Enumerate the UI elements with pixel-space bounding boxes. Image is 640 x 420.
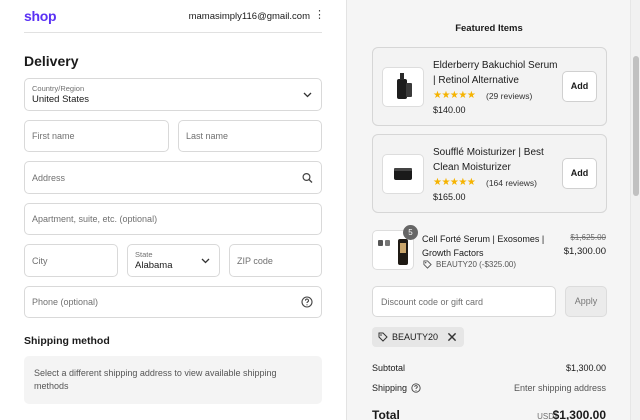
tag-icon [423, 260, 432, 269]
featured-item-card: Elderberry Bakuchiol Serum | Retinol Alt… [372, 47, 607, 126]
quantity-badge: 5 [403, 225, 418, 240]
chevron-down-icon [201, 258, 210, 263]
checkout-form-panel: shop mamasimply116@gmail.com ⋮ Delivery … [0, 0, 346, 420]
product-image [382, 67, 424, 107]
featured-item-price: $165.00 [433, 192, 466, 202]
featured-item-card: Soufflé Moisturizer | Best Clean Moistur… [372, 134, 607, 213]
close-icon[interactable] [446, 331, 458, 343]
city-placeholder: City [32, 255, 48, 266]
featured-item-title[interactable]: Elderberry Bakuchiol Serum | Retinol Alt… [433, 58, 558, 88]
country-select[interactable]: Country/Region United States [24, 78, 322, 111]
first-name-placeholder: First name [32, 131, 75, 141]
cart-item-discount-text: BEAUTY20 (-$325.00) [436, 260, 517, 269]
discount-code-input[interactable]: Discount code or gift card [372, 286, 556, 317]
apartment-input[interactable]: Apartment, suite, etc. (optional) [24, 203, 322, 235]
product-image [382, 154, 424, 194]
delivery-heading: Delivery [24, 53, 79, 69]
shipping-value: Enter shipping address [513, 383, 606, 393]
total-label: Total [372, 408, 400, 420]
country-label: Country/Region [32, 84, 85, 93]
cart-item-discount: BEAUTY20 (-$325.00) [423, 260, 516, 269]
kebab-menu-icon[interactable]: ⋮ [314, 9, 325, 23]
help-circle-icon[interactable] [411, 383, 421, 393]
apartment-placeholder: Apartment, suite, etc. (optional) [32, 214, 158, 224]
add-to-cart-button[interactable]: Add [562, 158, 597, 189]
scrollbar-thumb[interactable] [633, 56, 639, 196]
shipping-method-heading: Shipping method [24, 335, 110, 347]
star-rating-icon: ★★★★★ [433, 90, 476, 101]
add-to-cart-button[interactable]: Add [562, 71, 597, 102]
featured-item-price: $140.00 [433, 105, 466, 115]
applied-discount-code: BEAUTY20 [392, 332, 439, 342]
subtotal-value: $1,300.00 [565, 363, 606, 373]
page-scrollbar[interactable] [630, 0, 640, 420]
address-placeholder: Address [32, 172, 66, 183]
apply-discount-button[interactable]: Apply [565, 286, 607, 317]
applied-discount-chip: BEAUTY20 [372, 327, 465, 347]
last-name-placeholder: Last name [186, 131, 229, 141]
header: shop mamasimply116@gmail.com ⋮ [24, 0, 325, 33]
order-summary-panel: Featured Items Elderberry Bakuchiol Seru… [346, 0, 630, 420]
shipping-label: Shipping [372, 383, 421, 393]
zip-placeholder: ZIP code [237, 255, 273, 266]
phone-placeholder: Phone (optional) [32, 297, 99, 307]
shipping-method-note: Select a different shipping address to v… [24, 356, 322, 404]
state-value: Alabama [135, 260, 173, 271]
account-email: mamasimply116@gmail.com [188, 11, 310, 22]
cart-item-original-price: $1,625.00 [570, 233, 606, 242]
featured-items-heading: Featured Items [455, 23, 523, 34]
cart-item-price: $1,300.00 [563, 246, 606, 257]
state-label: State [135, 250, 153, 259]
review-count[interactable]: (29 reviews) [486, 91, 532, 101]
help-circle-icon[interactable] [301, 296, 313, 308]
address-input[interactable]: Address [24, 161, 322, 194]
tag-icon [378, 332, 388, 342]
shipping-label-text: Shipping [372, 383, 408, 393]
state-select[interactable]: State Alabama [127, 244, 220, 277]
discount-code-placeholder: Discount code or gift card [381, 297, 484, 307]
city-input[interactable]: City [24, 244, 118, 277]
phone-input[interactable]: Phone (optional) [24, 286, 322, 318]
search-icon [302, 172, 313, 183]
last-name-input[interactable]: Last name [178, 120, 322, 152]
subtotal-label: Subtotal [372, 363, 406, 373]
shop-logo[interactable]: shop [24, 8, 57, 24]
featured-item-title[interactable]: Soufflé Moisturizer | Best Clean Moistur… [433, 145, 558, 175]
cart-item-title: Cell Forté Serum | Exosomes | Growth Fac… [422, 234, 545, 258]
chevron-down-icon [303, 92, 312, 97]
total-value: $1,300.00 [552, 408, 606, 420]
total-currency: USD [537, 412, 554, 420]
first-name-input[interactable]: First name [24, 120, 169, 152]
zip-input[interactable]: ZIP code [229, 244, 322, 277]
country-value: United States [32, 94, 90, 105]
star-rating-icon: ★★★★★ [433, 177, 476, 188]
review-count[interactable]: (164 reviews) [486, 178, 537, 188]
